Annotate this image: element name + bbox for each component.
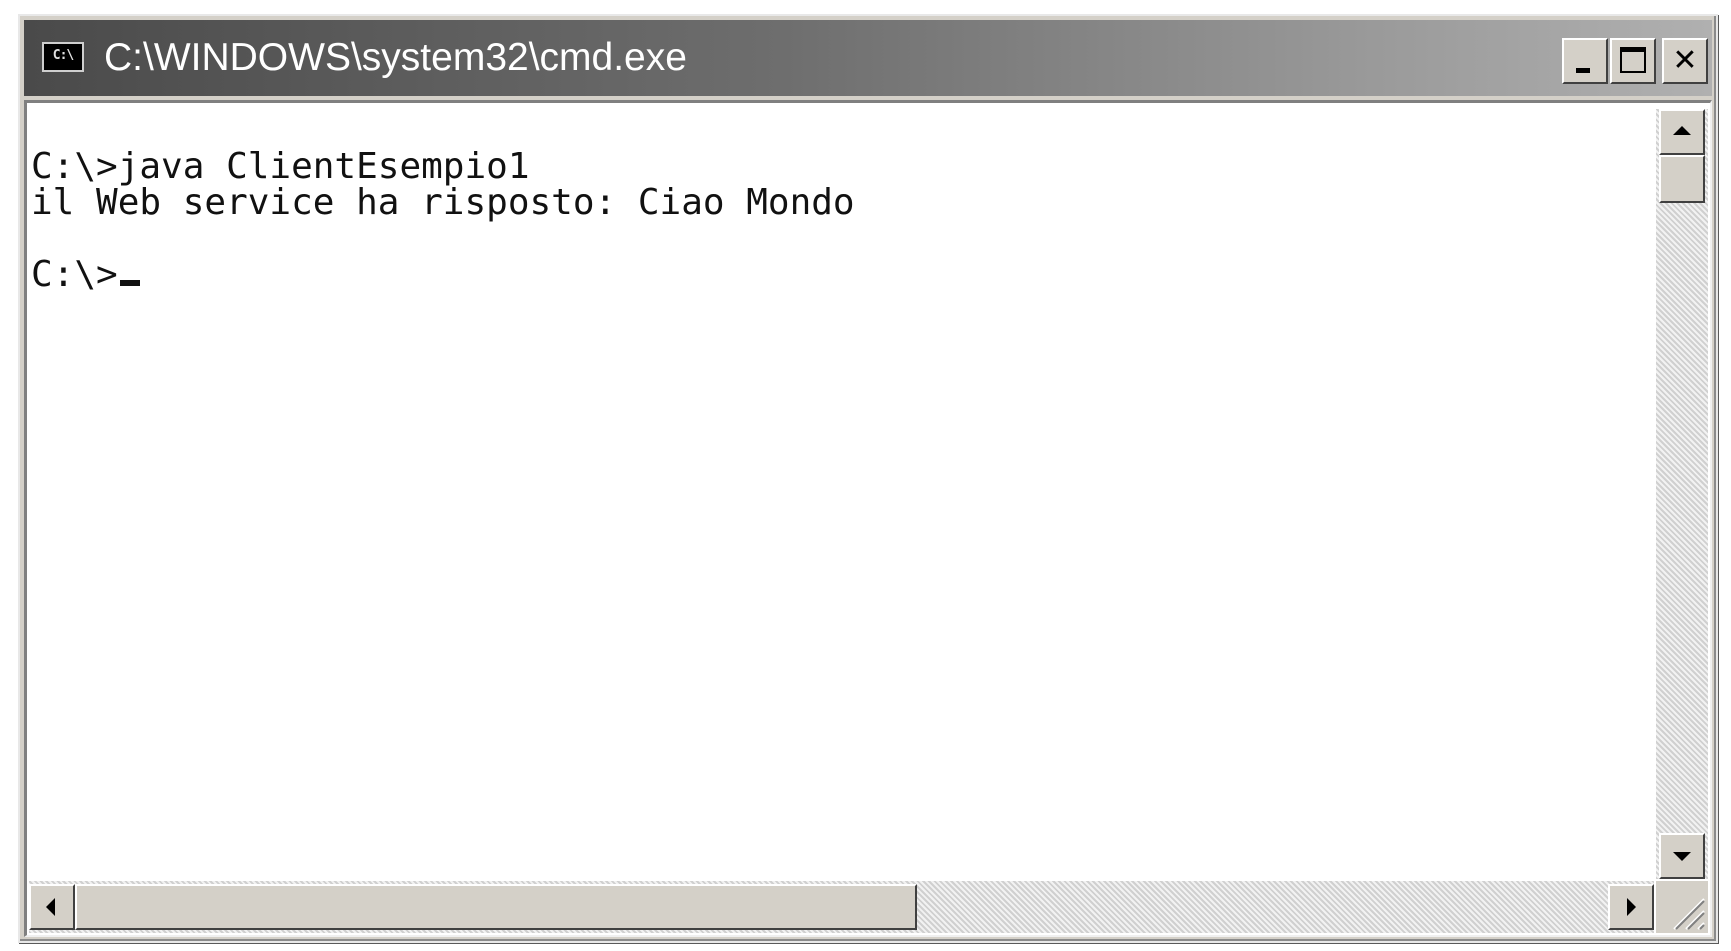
arrow-up-icon — [1673, 126, 1691, 135]
minimize-button[interactable] — [1562, 38, 1608, 84]
arrow-down-icon — [1673, 852, 1691, 861]
console-frame: C:\>java ClientEsempio1 il Web service h… — [24, 100, 1712, 937]
title-bar[interactable]: C:\ C:\WINDOWS\system32\cmd.exe ✕ — [24, 20, 1712, 96]
vertical-scroll-thumb[interactable] — [1659, 155, 1705, 203]
horizontal-scrollbar[interactable] — [29, 881, 1654, 933]
scroll-left-button[interactable] — [29, 884, 75, 930]
console-line: C:\>java ClientEsempio1 — [31, 146, 530, 187]
console-prompt-line: C:\> — [31, 257, 1650, 293]
scroll-down-button[interactable] — [1659, 833, 1705, 879]
maximize-icon — [1620, 47, 1646, 73]
arrow-right-icon — [1627, 898, 1636, 916]
close-icon: ✕ — [1672, 43, 1698, 78]
scroll-up-button[interactable] — [1659, 109, 1705, 155]
vertical-scrollbar[interactable] — [1656, 109, 1708, 879]
cmd-window: C:\ C:\WINDOWS\system32\cmd.exe ✕ C:\>ja… — [18, 14, 1718, 943]
horizontal-scroll-thumb[interactable] — [75, 884, 917, 930]
window-title: C:\WINDOWS\system32\cmd.exe — [104, 36, 687, 79]
maximize-button[interactable] — [1610, 38, 1656, 84]
minimize-icon — [1576, 68, 1590, 73]
console-prompt: C:\> — [31, 254, 118, 295]
resize-grip-icon — [1673, 898, 1705, 930]
console-line: il Web service ha risposto: Ciao Mondo — [31, 182, 855, 223]
console-output[interactable]: C:\>java ClientEsempio1 il Web service h… — [31, 113, 1650, 873]
resize-grip[interactable] — [1656, 881, 1708, 933]
console-icon[interactable]: C:\ — [42, 42, 84, 72]
close-button[interactable]: ✕ — [1662, 38, 1708, 84]
text-cursor — [119, 280, 140, 286]
arrow-left-icon — [46, 898, 55, 916]
scroll-right-button[interactable] — [1608, 884, 1654, 930]
